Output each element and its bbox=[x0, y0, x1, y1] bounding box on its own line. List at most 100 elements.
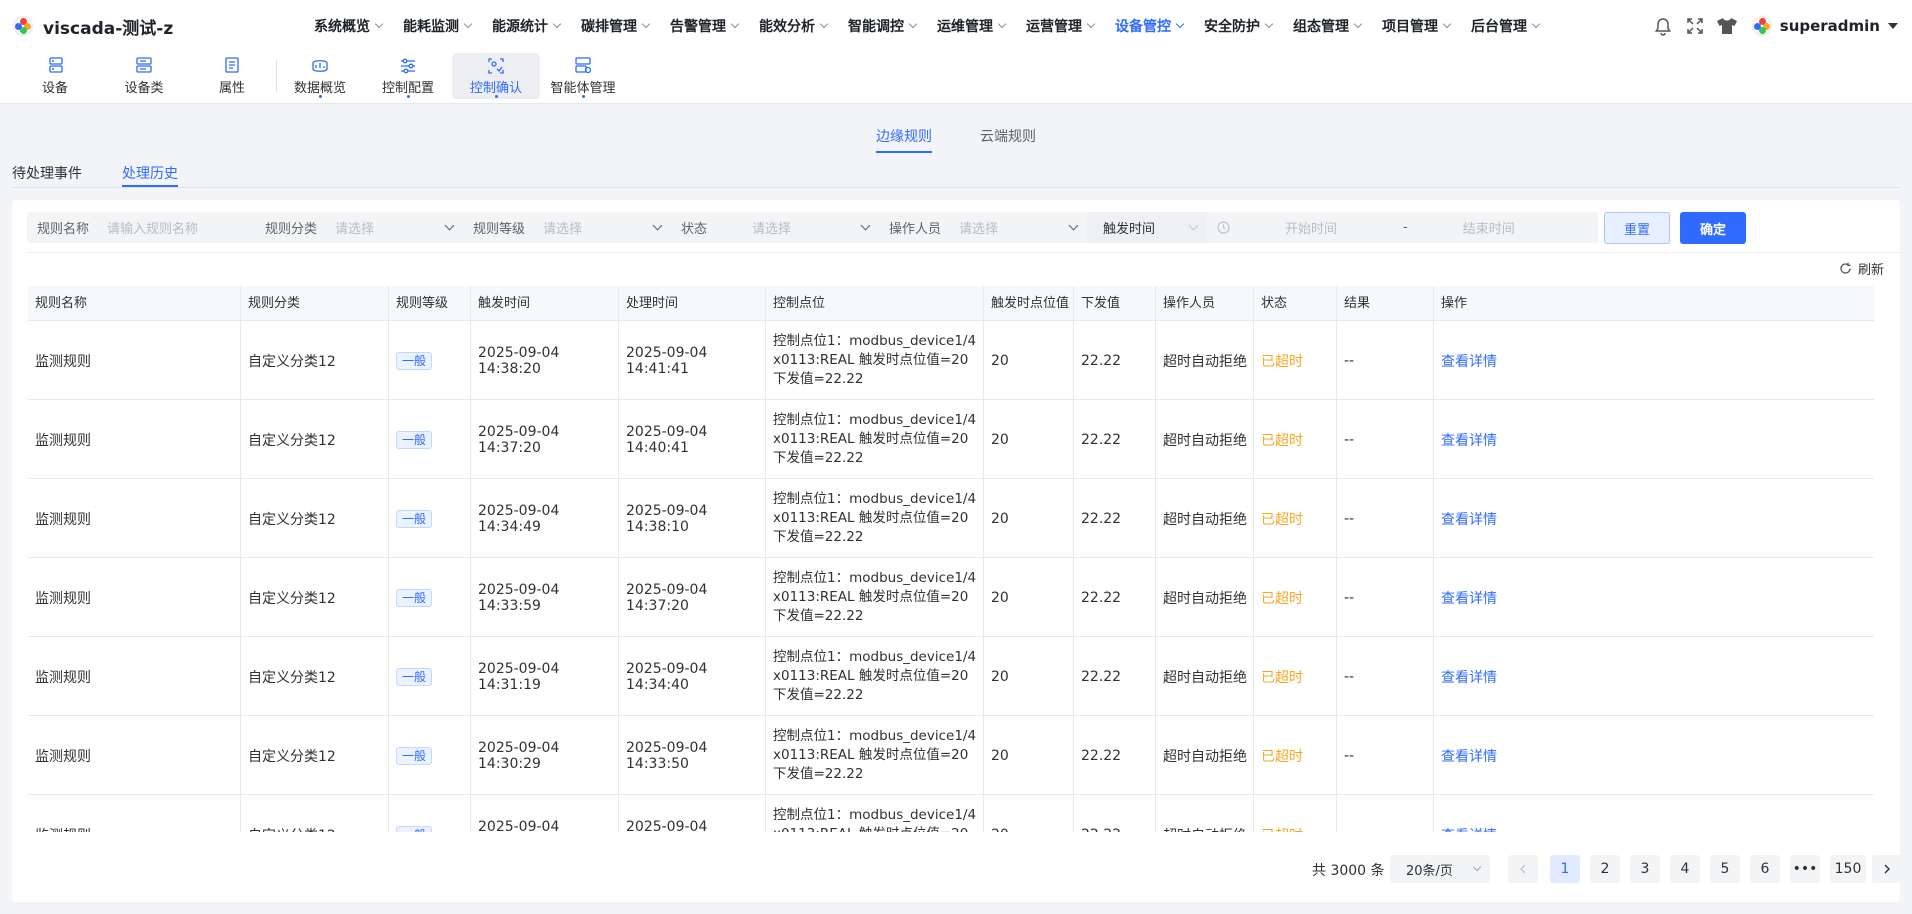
page-button[interactable]: 150 bbox=[1830, 855, 1866, 883]
nav-item-7[interactable]: 运维管理 bbox=[937, 16, 1007, 36]
end-time-input[interactable]: 结束时间 bbox=[1463, 218, 1515, 237]
nav-item-10[interactable]: 安全防护 bbox=[1204, 16, 1274, 36]
column-header[interactable]: 状态 bbox=[1254, 286, 1337, 321]
view-details-link[interactable]: 查看详情 bbox=[1441, 825, 1497, 833]
chevron-down-icon bbox=[819, 19, 829, 29]
rule-category-select[interactable]: 规则分类 请选择 bbox=[255, 212, 465, 243]
reset-button[interactable]: 重置 bbox=[1604, 212, 1670, 244]
filter-label: 规则分类 bbox=[265, 222, 318, 237]
subnav-item-3[interactable]: 数据概览 bbox=[284, 53, 356, 99]
cell-control-point: 控制点位1：modbus_device1/4x0113:REAL 触发时点位值=… bbox=[766, 716, 984, 795]
subnav-item-1[interactable]: 设备类 bbox=[108, 53, 180, 99]
start-time-input[interactable]: 开始时间 bbox=[1285, 218, 1337, 237]
view-details-link[interactable]: 查看详情 bbox=[1441, 351, 1497, 371]
rule-name-filter[interactable]: 规则名称 请输入规则名称 bbox=[27, 212, 259, 243]
nav-item-11[interactable]: 组态管理 bbox=[1293, 16, 1363, 36]
nav-item-4[interactable]: 告警管理 bbox=[670, 16, 740, 36]
nav-item-2[interactable]: 能源统计 bbox=[492, 16, 562, 36]
subnav-item-2[interactable]: 属性 bbox=[196, 53, 268, 99]
tab-history[interactable]: 处理历史 bbox=[122, 163, 178, 187]
header-tools: superadmin bbox=[1642, 0, 1898, 52]
nav-item-5[interactable]: 能效分析 bbox=[759, 16, 829, 36]
view-details-link[interactable]: 查看详情 bbox=[1441, 746, 1497, 766]
column-header[interactable]: 下发值 bbox=[1074, 286, 1156, 321]
status-select[interactable]: 状态 请选择 bbox=[671, 212, 881, 243]
tab-pending-events[interactable]: 待处理事件 bbox=[12, 163, 82, 183]
control-config-icon bbox=[399, 57, 417, 77]
nav-item-13[interactable]: 后台管理 bbox=[1471, 16, 1541, 36]
bell-icon[interactable] bbox=[1652, 15, 1674, 37]
rule-name-input[interactable]: 请输入规则名称 bbox=[107, 218, 198, 237]
page-size-select[interactable]: 20条/页 bbox=[1390, 855, 1490, 883]
cell-level: 一般 bbox=[389, 479, 471, 558]
more-pages-button[interactable]: ••• bbox=[1790, 855, 1820, 883]
column-header[interactable]: 规则等级 bbox=[389, 286, 471, 321]
view-details-link[interactable]: 查看详情 bbox=[1441, 430, 1497, 450]
fullscreen-icon[interactable] bbox=[1684, 15, 1706, 37]
nav-item-0[interactable]: 系统概览 bbox=[314, 16, 384, 36]
subnav-item-0[interactable]: 设备 bbox=[18, 53, 92, 99]
page-button[interactable]: 2 bbox=[1590, 855, 1620, 883]
time-type-select[interactable]: 触发时间 bbox=[1087, 212, 1209, 243]
brand[interactable]: viscada-测试-z bbox=[13, 14, 313, 39]
level-badge: 一般 bbox=[396, 588, 433, 607]
pagination: 共 3000 条 20条/页 1 2 3 4 5 6 ••• 150 bbox=[1200, 855, 1902, 883]
cell-operator: 超时自动拒绝 bbox=[1156, 400, 1254, 479]
date-range-picker[interactable]: 开始时间 - 结束时间 bbox=[1207, 212, 1598, 243]
nav-item-3[interactable]: 碳排管理 bbox=[581, 16, 651, 36]
view-details-link[interactable]: 查看详情 bbox=[1441, 588, 1497, 608]
indicator-dot bbox=[581, 95, 585, 98]
prev-page-button[interactable] bbox=[1508, 855, 1538, 883]
chevron-down-icon bbox=[1068, 220, 1079, 231]
confirm-button[interactable]: 确定 bbox=[1680, 212, 1746, 244]
column-header[interactable]: 规则分类 bbox=[241, 286, 389, 321]
cell-control-point: 控制点位1：modbus_device1/4x0113:REAL 触发时点位值=… bbox=[766, 558, 984, 637]
cell-level: 一般 bbox=[389, 321, 471, 400]
column-header[interactable]: 触发时点位值 bbox=[984, 286, 1074, 321]
cell-trigger-value: 20 bbox=[984, 321, 1074, 400]
subnav-item-5[interactable]: 控制确认 bbox=[452, 53, 540, 99]
page-size-value: 20条/页 bbox=[1406, 863, 1453, 879]
page-button[interactable]: 1 bbox=[1550, 855, 1580, 883]
next-page-button[interactable] bbox=[1872, 855, 1902, 883]
column-header[interactable]: 控制点位 bbox=[766, 286, 984, 321]
user-menu[interactable]: superadmin bbox=[1751, 16, 1898, 36]
tab-cloud-rules[interactable]: 云端规则 bbox=[980, 126, 1036, 146]
column-header[interactable]: 操作人员 bbox=[1156, 286, 1254, 321]
select-placeholder: 请选择 bbox=[752, 222, 792, 237]
nav-label: 碳排管理 bbox=[581, 19, 637, 35]
status-badge: 已超时 bbox=[1261, 825, 1303, 833]
operator-select[interactable]: 操作人员 请选择 bbox=[879, 212, 1089, 243]
nav-label: 组态管理 bbox=[1293, 19, 1349, 35]
page-button[interactable]: 3 bbox=[1630, 855, 1660, 883]
nav-item-8[interactable]: 运营管理 bbox=[1026, 16, 1096, 36]
column-header[interactable]: 结果 bbox=[1337, 286, 1434, 321]
cell-trigger-value: 20 bbox=[984, 716, 1074, 795]
subnav-item-6[interactable]: 智能体管理 bbox=[540, 53, 626, 99]
column-header[interactable]: 触发时间 bbox=[471, 286, 619, 321]
view-details-link[interactable]: 查看详情 bbox=[1441, 667, 1497, 687]
column-header[interactable]: 规则名称 bbox=[28, 286, 241, 321]
cell-name: 监测规则 bbox=[28, 558, 241, 637]
refresh-button[interactable]: 刷新 bbox=[1839, 259, 1884, 278]
page-button[interactable]: 5 bbox=[1710, 855, 1740, 883]
tab-edge-rules[interactable]: 边缘规则 bbox=[876, 126, 932, 153]
column-header[interactable]: 操作 bbox=[1434, 286, 1874, 321]
page-button[interactable]: 6 bbox=[1750, 855, 1780, 883]
nav-item-6[interactable]: 智能调控 bbox=[848, 16, 918, 36]
cell-category: 自定义分类12 bbox=[241, 558, 389, 637]
chevron-down-icon bbox=[1086, 19, 1096, 29]
refresh-label: 刷新 bbox=[1857, 263, 1884, 278]
column-header[interactable]: 处理时间 bbox=[619, 286, 766, 321]
nav-item-1[interactable]: 能耗监测 bbox=[403, 16, 473, 36]
nav-item-12[interactable]: 项目管理 bbox=[1382, 16, 1452, 36]
subnav-item-4[interactable]: 控制配置 bbox=[372, 53, 444, 99]
tshirt-icon[interactable] bbox=[1716, 15, 1738, 37]
range-separator: - bbox=[1403, 220, 1408, 235]
page-button[interactable]: 4 bbox=[1670, 855, 1700, 883]
nav-item-9[interactable]: 设备管控 bbox=[1115, 16, 1185, 36]
view-details-link[interactable]: 查看详情 bbox=[1441, 509, 1497, 529]
chevron-down-icon bbox=[641, 19, 651, 29]
rule-level-select[interactable]: 规则等级 请选择 bbox=[463, 212, 673, 243]
cell-status: 已超时 bbox=[1254, 637, 1337, 716]
